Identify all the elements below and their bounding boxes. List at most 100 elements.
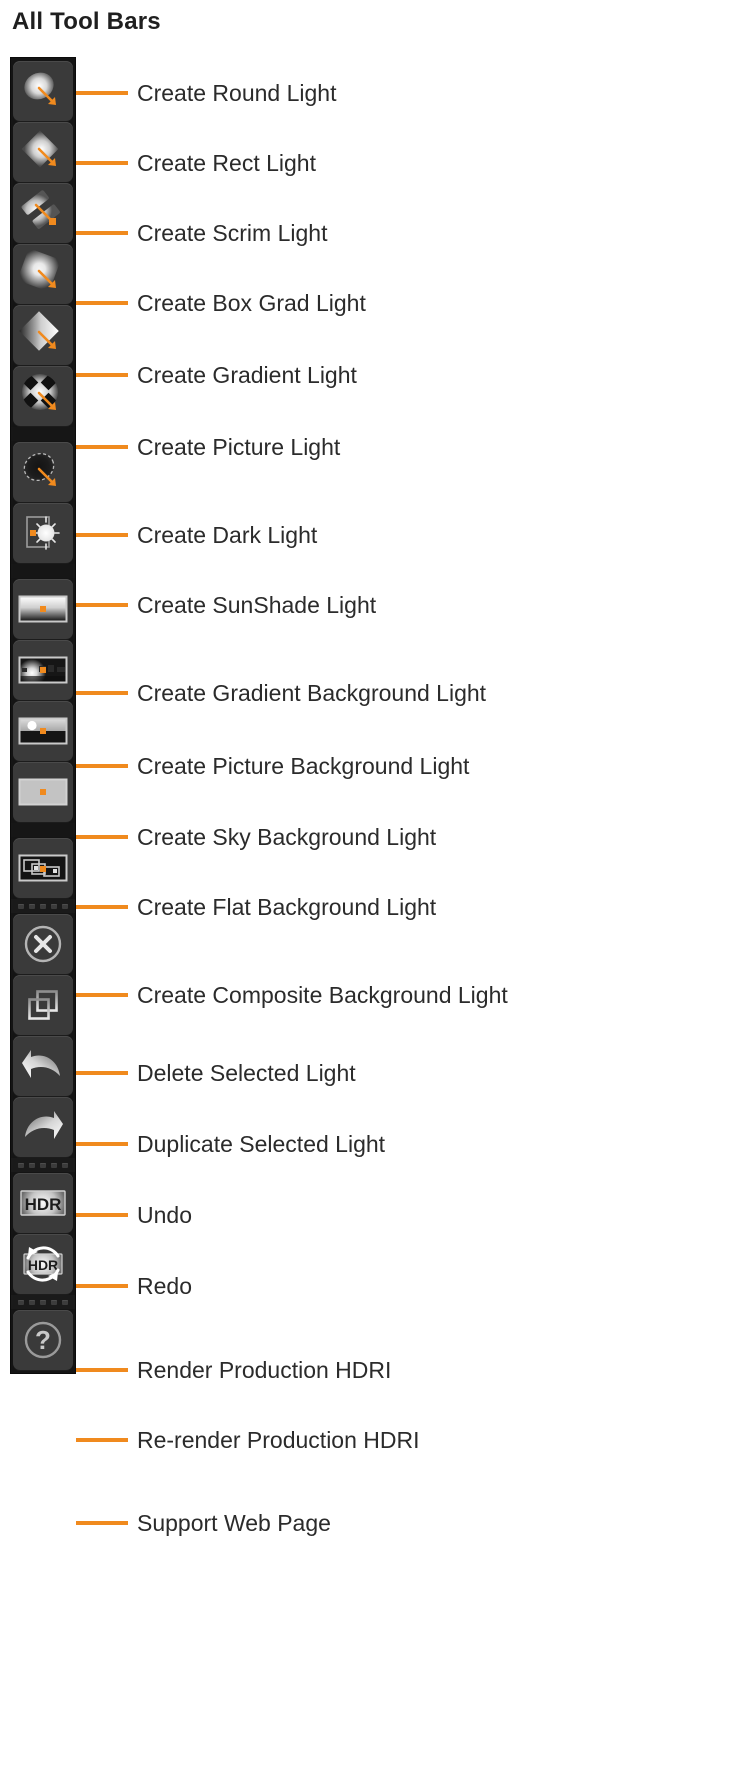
box-grad-light-icon bbox=[13, 244, 73, 304]
callout-row: Create SunShade Light bbox=[76, 591, 377, 618]
callout-row: Create Box Grad Light bbox=[76, 289, 366, 316]
callout-row: Support Web Page bbox=[76, 1509, 331, 1536]
callout-label: Create Picture Background Light bbox=[137, 752, 470, 779]
callout-leader-line bbox=[76, 1438, 128, 1442]
toolbar-button-picture-background-light[interactable] bbox=[13, 640, 73, 700]
toolbar-separator bbox=[11, 427, 75, 441]
gradient-background-light-icon bbox=[13, 579, 73, 639]
callout-row: Delete Selected Light bbox=[76, 1059, 356, 1086]
toolbar-button-duplicate-light[interactable] bbox=[13, 975, 73, 1035]
sunshade-light-icon bbox=[13, 503, 73, 563]
callout-label: Duplicate Selected Light bbox=[137, 1130, 386, 1157]
svg-text:HDR: HDR bbox=[28, 1257, 58, 1273]
toolbar-separator bbox=[11, 823, 75, 837]
callout-row: Create Gradient Light bbox=[76, 361, 357, 388]
dark-light-icon bbox=[13, 442, 73, 502]
toolbar-button-flat-background-light[interactable] bbox=[13, 762, 73, 822]
picture-background-light-icon bbox=[13, 640, 73, 700]
toolbar-button-gradient-background-light[interactable] bbox=[13, 579, 73, 639]
svg-text:HDR: HDR bbox=[25, 1195, 62, 1214]
callout-leader-line bbox=[76, 533, 128, 537]
toolbar-drag-grip[interactable] bbox=[11, 1158, 75, 1172]
flat-background-light-icon bbox=[13, 762, 73, 822]
toolbar-button-support-help[interactable]: ? bbox=[13, 1310, 73, 1370]
toolbar-button-box-grad-light[interactable] bbox=[13, 244, 73, 304]
render-hdri-icon: HDR bbox=[13, 1173, 73, 1233]
callout-label: Create Scrim Light bbox=[137, 219, 328, 246]
toolbar-drag-grip[interactable] bbox=[11, 899, 75, 913]
callout-leader-line bbox=[76, 445, 128, 449]
picture-light-icon bbox=[13, 366, 73, 426]
callout-label: Support Web Page bbox=[137, 1509, 331, 1536]
toolbar-button-render-hdri[interactable]: HDR bbox=[13, 1173, 73, 1233]
callout-leader-line bbox=[76, 835, 128, 839]
toolbar-button-sky-background-light[interactable] bbox=[13, 701, 73, 761]
undo-icon bbox=[13, 1036, 73, 1096]
callout-label: Create Sky Background Light bbox=[137, 823, 437, 850]
callout-label: Create Flat Background Light bbox=[137, 893, 437, 920]
callout-label: Re-render Production HDRI bbox=[137, 1426, 420, 1453]
callout-row: Re-render Production HDRI bbox=[76, 1426, 420, 1453]
toolbar-button-rect-light[interactable] bbox=[13, 122, 73, 182]
callout-label: Create Gradient Background Light bbox=[137, 679, 487, 706]
callout-leader-line bbox=[76, 1521, 128, 1525]
callout-row: Create Picture Light bbox=[76, 433, 341, 460]
callout-label: Create Round Light bbox=[137, 79, 337, 106]
callout-label: Delete Selected Light bbox=[137, 1059, 356, 1086]
toolbar-drag-grip[interactable] bbox=[11, 1295, 75, 1309]
toolbar-button-scrim-light[interactable] bbox=[13, 183, 73, 243]
callout-leader-line bbox=[76, 1071, 128, 1075]
callout-label: Create Gradient Light bbox=[137, 361, 357, 388]
toolbar-button-dark-light[interactable] bbox=[13, 442, 73, 502]
callout-leader-line bbox=[76, 1142, 128, 1146]
callout-leader-line bbox=[76, 1284, 128, 1288]
callout-row: Create Composite Background Light bbox=[76, 981, 508, 1008]
toolbar-button-gradient-light[interactable] bbox=[13, 305, 73, 365]
toolbar-button-delete-light[interactable] bbox=[13, 914, 73, 974]
callout-row: Create Sky Background Light bbox=[76, 823, 437, 850]
callout-row: Create Flat Background Light bbox=[76, 893, 437, 920]
callout-leader-line bbox=[76, 993, 128, 997]
callout-label: Create Composite Background Light bbox=[137, 981, 508, 1008]
toolbar-button-picture-light[interactable] bbox=[13, 366, 73, 426]
sky-background-light-icon bbox=[13, 701, 73, 761]
callout-leader-line bbox=[76, 301, 128, 305]
callout-leader-line bbox=[76, 764, 128, 768]
gradient-light-icon bbox=[13, 305, 73, 365]
callout-label: Create Box Grad Light bbox=[137, 289, 366, 316]
toolbar-button-composite-background-light[interactable] bbox=[13, 838, 73, 898]
rect-light-icon bbox=[13, 122, 73, 182]
callout-leader-line bbox=[76, 161, 128, 165]
callout-leader-line bbox=[76, 691, 128, 695]
callout-label: Render Production HDRI bbox=[137, 1356, 392, 1383]
callout-label: Create Picture Light bbox=[137, 433, 341, 460]
toolbar-button-rerender-hdri[interactable]: HDR bbox=[13, 1234, 73, 1294]
callout-leader-line bbox=[76, 373, 128, 377]
page-title: All Tool Bars bbox=[12, 8, 161, 35]
callout-leader-line bbox=[76, 1213, 128, 1217]
callout-row: Duplicate Selected Light bbox=[76, 1130, 386, 1157]
callout-leader-line bbox=[76, 91, 128, 95]
delete-light-icon bbox=[13, 914, 73, 974]
toolbar-button-sunshade-light[interactable] bbox=[13, 503, 73, 563]
toolbar-button-redo[interactable] bbox=[13, 1097, 73, 1157]
composite-background-light-icon bbox=[13, 838, 73, 898]
callout-leader-line bbox=[76, 231, 128, 235]
toolbar-separator bbox=[11, 564, 75, 578]
callout-label: Create Rect Light bbox=[137, 149, 316, 176]
round-light-icon bbox=[13, 61, 73, 121]
toolbar-button-undo[interactable] bbox=[13, 1036, 73, 1096]
rerender-hdri-icon: HDR bbox=[13, 1234, 73, 1294]
callout-label: Undo bbox=[137, 1201, 192, 1228]
callout-leader-line bbox=[76, 1368, 128, 1372]
callout-row: Create Rect Light bbox=[76, 149, 316, 176]
callout-row: Create Dark Light bbox=[76, 523, 317, 546]
callout-row: Create Gradient Background Light bbox=[76, 679, 487, 706]
callout-row: Undo bbox=[76, 1201, 192, 1228]
callout-row: Create Round Light bbox=[76, 79, 337, 106]
toolbar-button-round-light[interactable] bbox=[13, 61, 73, 121]
callout-label: Redo bbox=[137, 1272, 192, 1299]
callout-leader-line bbox=[76, 905, 128, 909]
callout-label: Create SunShade Light bbox=[137, 591, 377, 618]
callout-row: Redo bbox=[76, 1272, 192, 1299]
